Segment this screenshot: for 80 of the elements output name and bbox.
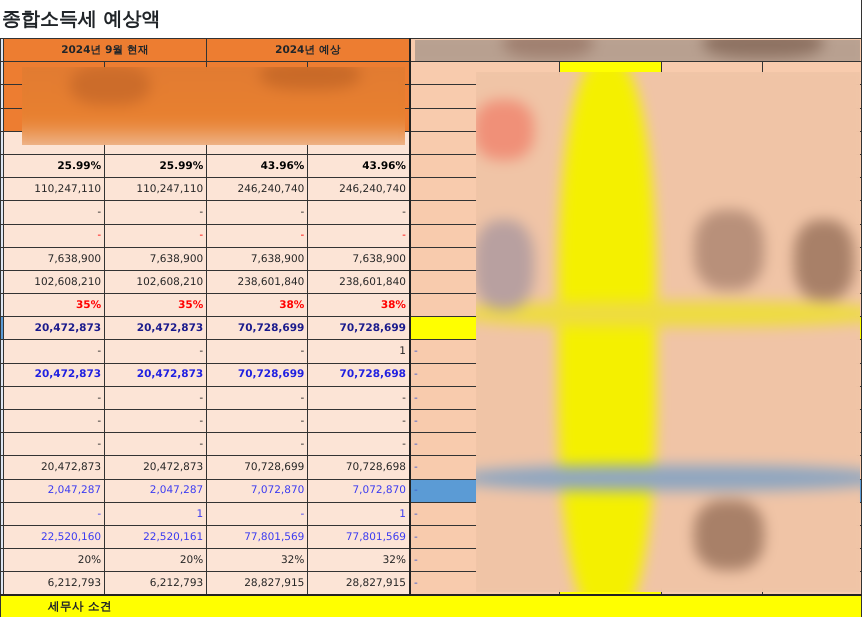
- table-cell: 25.99%: [104, 154, 207, 178]
- table-cell: -: [4, 432, 105, 456]
- table-cell: -: [104, 386, 207, 410]
- footer-label: 세무사 소견: [48, 599, 112, 614]
- table-cell: 7,072,870: [308, 479, 410, 502]
- table-cell: 246,240,740: [206, 178, 308, 201]
- table-cell: 38%: [308, 294, 410, 317]
- table-cell: 20,472,873: [4, 456, 105, 480]
- table-cell: 238,601,840: [308, 270, 410, 294]
- table-cell: 32%: [206, 548, 308, 572]
- table-cell: -: [4, 224, 105, 248]
- table-cell: 20,472,873: [104, 456, 207, 480]
- table-cell: -: [4, 410, 105, 433]
- table-cell: 20,472,873: [104, 363, 207, 386]
- table-cell: 7,072,870: [206, 479, 308, 502]
- table-cell: 2,047,287: [104, 479, 207, 502]
- table-cell: 70,728,698: [308, 363, 410, 386]
- table-cell: -: [4, 200, 105, 224]
- sheet-title: 종합소득세 예상액: [2, 8, 161, 30]
- table-cell: -: [206, 386, 308, 410]
- table-cell: 102,608,210: [104, 270, 207, 294]
- table-cell: 7,638,900: [4, 247, 105, 270]
- table-cell: -: [206, 200, 308, 224]
- table-cell: 7,638,900: [308, 247, 410, 270]
- table-cell: -: [4, 502, 105, 526]
- table-cell: 6,212,793: [104, 572, 207, 595]
- table-cell: -: [104, 200, 207, 224]
- table-cell: 28,827,915: [206, 572, 308, 595]
- table-cell: 77,801,569: [308, 525, 410, 549]
- table-cell: -: [206, 224, 308, 248]
- table-cell: 70,728,699: [206, 363, 308, 386]
- table-cell: 110,247,110: [104, 178, 207, 201]
- table-cell: 35%: [104, 294, 207, 317]
- table-cell: -: [4, 386, 105, 410]
- table-cell: -: [104, 340, 207, 364]
- table-cell: -: [206, 410, 308, 433]
- table-cell: -: [308, 224, 410, 248]
- table-cell: 20,472,873: [4, 363, 105, 386]
- table-cell: 20%: [4, 548, 105, 572]
- table-cell: 70,728,699: [206, 456, 308, 480]
- table-cell: 1: [308, 340, 410, 364]
- table-cell: -: [206, 502, 308, 526]
- table-cell: 25.99%: [4, 154, 105, 178]
- table-cell: -: [308, 410, 410, 433]
- table-cell: 7,638,900: [206, 247, 308, 270]
- table-cell: -: [104, 224, 207, 248]
- table-cell: 110,247,110: [4, 178, 105, 201]
- table-cell: 38%: [206, 294, 308, 317]
- table-cell: -: [308, 386, 410, 410]
- table-cell: 32%: [308, 548, 410, 572]
- table-cell: 20,472,873: [104, 316, 207, 340]
- table-cell: -: [206, 432, 308, 456]
- column-group-header: 2024년 9월 현재: [4, 38, 207, 62]
- table-cell: 70,728,698: [308, 456, 410, 480]
- table-cell: 6,212,793: [4, 572, 105, 595]
- table-cell: 1: [104, 502, 207, 526]
- table-cell: 43.96%: [308, 154, 410, 178]
- table-cell: -: [104, 432, 207, 456]
- table-cell: 43.96%: [206, 154, 308, 178]
- table-cell: 20%: [104, 548, 207, 572]
- table-cell: -: [4, 340, 105, 364]
- table-cell: 1: [308, 502, 410, 526]
- table-cell: -: [308, 432, 410, 456]
- column-group-header: 2024년 예상: [206, 38, 410, 62]
- table-cell: 77,801,569: [206, 525, 308, 549]
- table-cell: 20,472,873: [4, 316, 105, 340]
- table-cell: 35%: [4, 294, 105, 317]
- table-cell: 70,728,699: [206, 316, 308, 340]
- table-cell: -: [104, 410, 207, 433]
- table-cell: -: [308, 200, 410, 224]
- table-cell: 238,601,840: [206, 270, 308, 294]
- table-cell: 28,827,915: [308, 572, 410, 595]
- table-cell: 2,047,287: [4, 479, 105, 502]
- table-cell: -: [206, 340, 308, 364]
- table-cell: 246,240,740: [308, 178, 410, 201]
- table-cell: 102,608,210: [4, 270, 105, 294]
- table-cell: 22,520,161: [104, 525, 207, 549]
- table-cell: 7,638,900: [104, 247, 207, 270]
- table-cell: 70,728,699: [308, 316, 410, 340]
- table-cell: 22,520,160: [4, 525, 105, 549]
